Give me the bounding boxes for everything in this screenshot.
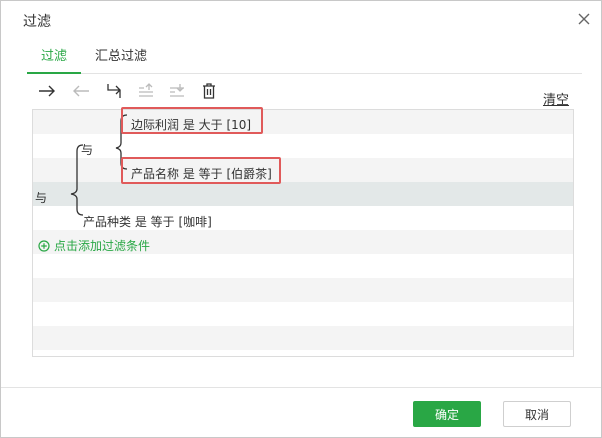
list-row — [33, 278, 573, 302]
add-filter-condition-link[interactable]: 点击添加过滤条件 — [38, 237, 150, 254]
footer-divider — [1, 387, 601, 388]
trash-icon[interactable] — [199, 81, 219, 101]
tab-bar: 过滤 汇总过滤 — [27, 41, 582, 74]
inner-group-operator[interactable]: 与 — [81, 141, 93, 158]
highlight-box — [121, 107, 263, 134]
cancel-button[interactable]: 取消 — [503, 401, 571, 427]
list-row — [33, 326, 573, 350]
arrow-left-icon[interactable] — [71, 81, 91, 101]
move-up-icon[interactable] — [136, 81, 156, 101]
highlight-box — [121, 157, 281, 184]
swap-icon[interactable] — [104, 81, 124, 101]
add-circle-icon — [38, 239, 50, 252]
active-tab-indicator — [27, 72, 81, 74]
list-row — [33, 254, 573, 278]
move-down-icon[interactable] — [167, 81, 187, 101]
clear-link[interactable]: 清空 — [543, 89, 569, 108]
tab-summary-filter[interactable]: 汇总过滤 — [95, 45, 147, 64]
ok-button[interactable]: 确定 — [413, 401, 481, 427]
add-filter-label: 点击添加过滤条件 — [54, 239, 151, 253]
tab-filter[interactable]: 过滤 — [41, 45, 67, 64]
arrow-right-icon[interactable] — [37, 81, 57, 101]
outer-group-operator[interactable]: 与 — [35, 189, 47, 206]
list-row — [33, 302, 573, 326]
dialog-title: 过滤 — [23, 14, 51, 30]
filter-dialog: 过滤 过滤 汇总过滤 清空 与 与 边际利润 是 大于 [10] 产品名称 是 … — [0, 0, 602, 438]
filter-condition[interactable]: 产品种类 是 等于 [咖啡] — [83, 213, 212, 230]
close-icon[interactable] — [575, 10, 593, 28]
